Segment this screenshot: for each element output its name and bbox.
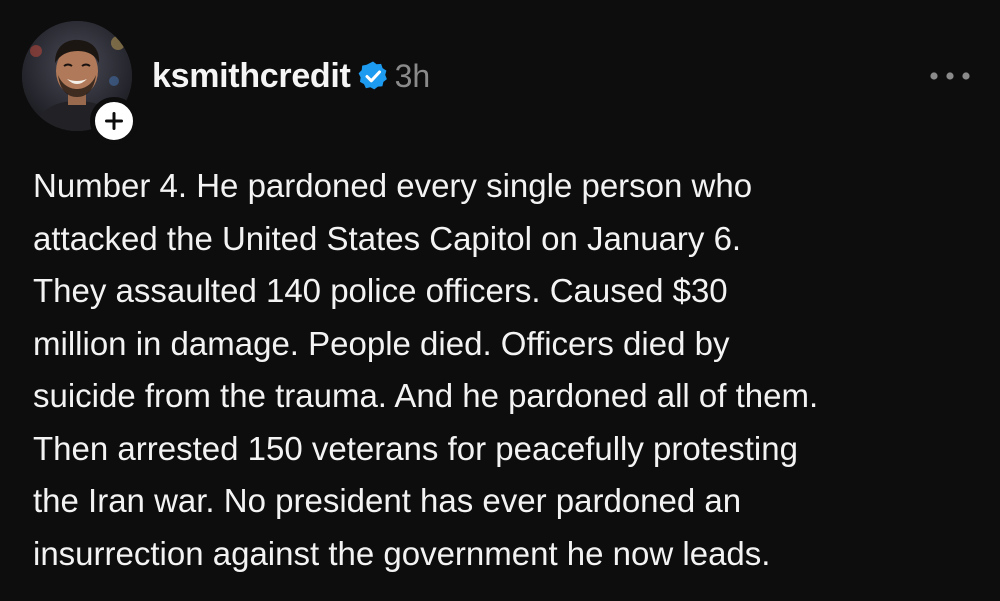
post-body-line: Number 4. He pardoned every single perso… — [33, 167, 753, 204]
post-body-line: suicide from the trauma. And he pardoned… — [33, 377, 819, 414]
username[interactable]: ksmithcredit — [152, 57, 351, 96]
follow-button[interactable] — [90, 97, 138, 145]
post-body-line: Then arrested 150 veterans for peacefull… — [33, 429, 798, 467]
thread-post: ksmithcredit 3h Number 4. He pardoned ev… — [0, 0, 1000, 601]
post-timestamp: 3h — [394, 57, 431, 94]
post-body-line: insurrection against the government he n… — [33, 534, 771, 572]
more-horizontal-icon — [928, 66, 972, 86]
post-body-line: million in damage. People died. Officers… — [33, 324, 730, 362]
post-body-line: the Iran war. No president has ever pard… — [33, 482, 742, 519]
verified-badge-icon — [357, 60, 389, 92]
post-body: Number 4. He pardoned every single perso… — [33, 160, 983, 580]
post-body-line: They assaulted 140 police officers. Caus… — [33, 272, 728, 309]
post-body-line: attacked the United States Capitol on Ja… — [33, 219, 742, 257]
avatar-container — [22, 21, 138, 145]
plus-icon — [103, 110, 125, 132]
post-header: ksmithcredit 3h — [152, 48, 430, 104]
more-options-button[interactable] — [928, 66, 972, 86]
